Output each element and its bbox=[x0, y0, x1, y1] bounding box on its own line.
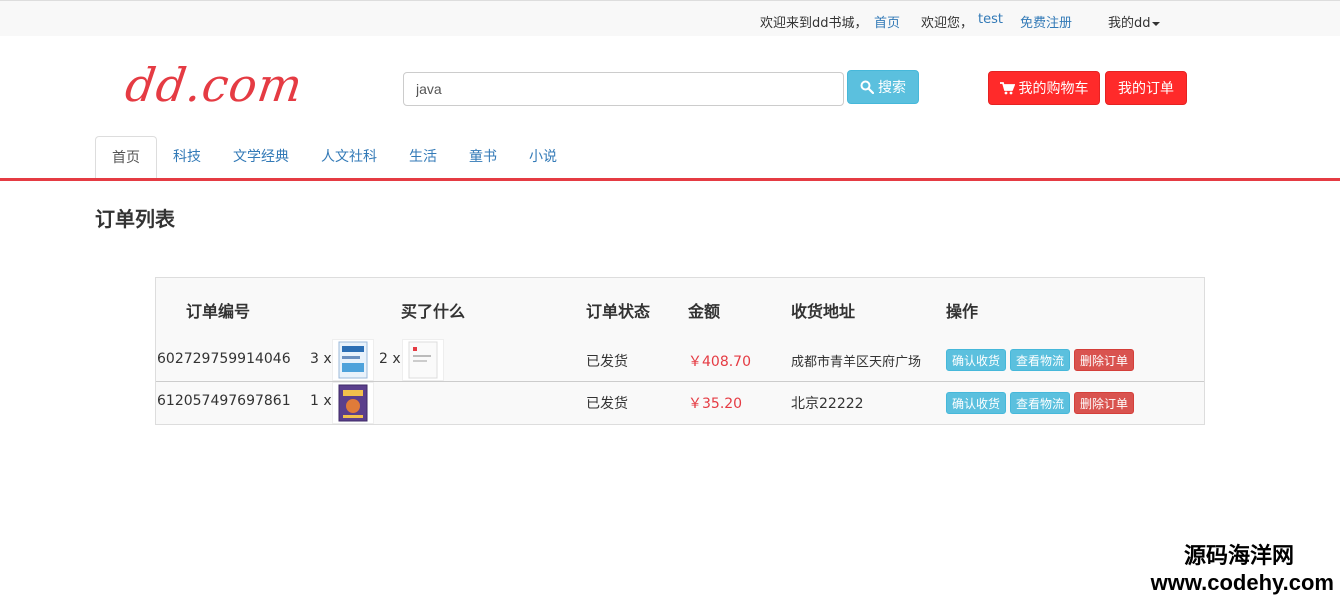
search-icon bbox=[860, 80, 874, 94]
tab-tech[interactable]: 科技 bbox=[157, 136, 217, 178]
header-items: 买了什么 bbox=[401, 302, 466, 321]
nav-divider bbox=[0, 178, 1340, 181]
order-id: 602729759914046 bbox=[157, 351, 291, 367]
my-orders-button[interactable]: 我的订单 bbox=[1105, 71, 1187, 105]
tab-literature[interactable]: 文学经典 bbox=[217, 136, 305, 178]
top-bar: 欢迎来到dd书城， 首页 欢迎您， test 免费注册 我的dd bbox=[0, 0, 1340, 36]
cart-button-label: 我的购物车 bbox=[1018, 81, 1089, 97]
book-cover-icon bbox=[338, 341, 368, 379]
header-address: 收货地址 bbox=[791, 302, 856, 321]
order-address: 北京22222 bbox=[791, 396, 864, 412]
book-cover-icon bbox=[408, 341, 438, 379]
confirm-receipt-button[interactable]: 确认收货 bbox=[946, 349, 1006, 371]
order-status: 已发货 bbox=[586, 396, 628, 412]
header-amount: 金额 bbox=[688, 302, 721, 321]
header-order-id: 订单编号 bbox=[186, 302, 251, 321]
caret-down-icon bbox=[1151, 21, 1160, 26]
book-cover-icon bbox=[338, 384, 368, 422]
my-orders-label: 我的订单 bbox=[1118, 81, 1174, 97]
order-amount: ￥408.70 bbox=[688, 354, 751, 370]
username-link[interactable]: test bbox=[978, 12, 1003, 27]
header-status: 订单状态 bbox=[586, 302, 651, 321]
item-qty: 2 x bbox=[379, 351, 401, 367]
search-input[interactable] bbox=[403, 72, 844, 106]
order-address: 成都市青羊区天府广场 bbox=[791, 355, 922, 370]
my-dd-dropdown[interactable]: 我的dd bbox=[1108, 12, 1160, 31]
delete-order-button[interactable]: 删除订单 bbox=[1074, 349, 1134, 371]
item-qty: 3 x bbox=[310, 351, 332, 367]
view-logistics-button[interactable]: 查看物流 bbox=[1010, 392, 1070, 414]
tab-home[interactable]: 首页 bbox=[95, 136, 157, 178]
tab-children[interactable]: 童书 bbox=[453, 136, 513, 178]
watermark-url: www.codehy.com bbox=[1150, 570, 1334, 595]
site-logo[interactable]: dd.com bbox=[122, 58, 306, 112]
watermark: 源码海洋网 www.codehy.com bbox=[1151, 538, 1334, 596]
row-divider bbox=[156, 381, 1204, 382]
greeting-text: 欢迎您， bbox=[921, 16, 974, 31]
book-cover-image[interactable] bbox=[332, 382, 374, 424]
page-title: 订单列表 bbox=[95, 207, 175, 231]
tab-novel[interactable]: 小说 bbox=[513, 136, 573, 178]
search-button[interactable]: 搜索 bbox=[847, 70, 919, 104]
confirm-receipt-button[interactable]: 确认收货 bbox=[946, 392, 1006, 414]
watermark-cn: 源码海洋网 bbox=[1183, 544, 1294, 569]
header-actions: 操作 bbox=[946, 302, 979, 321]
my-dd-label: 我的dd bbox=[1108, 16, 1151, 31]
order-id: 612057497697861 bbox=[157, 393, 291, 409]
item-qty: 1 x bbox=[310, 393, 332, 409]
tab-humanities[interactable]: 人文社科 bbox=[305, 136, 393, 178]
book-cover-image[interactable] bbox=[402, 339, 444, 381]
home-link[interactable]: 首页 bbox=[874, 12, 900, 31]
welcome-text: 欢迎来到dd书城， bbox=[760, 16, 868, 31]
category-nav: 首页 科技 文学经典 人文社科 生活 童书 小说 bbox=[95, 136, 573, 178]
tab-life[interactable]: 生活 bbox=[393, 136, 453, 178]
shopping-cart-icon bbox=[999, 81, 1015, 94]
order-amount: ￥35.20 bbox=[688, 396, 743, 412]
search-button-label: 搜索 bbox=[878, 80, 906, 96]
delete-order-button[interactable]: 删除订单 bbox=[1074, 392, 1134, 414]
book-cover-image[interactable] bbox=[332, 339, 374, 381]
view-logistics-button[interactable]: 查看物流 bbox=[1010, 349, 1070, 371]
register-link[interactable]: 免费注册 bbox=[1020, 12, 1072, 31]
order-status: 已发货 bbox=[586, 354, 628, 370]
cart-button[interactable]: 我的购物车 bbox=[988, 71, 1100, 105]
